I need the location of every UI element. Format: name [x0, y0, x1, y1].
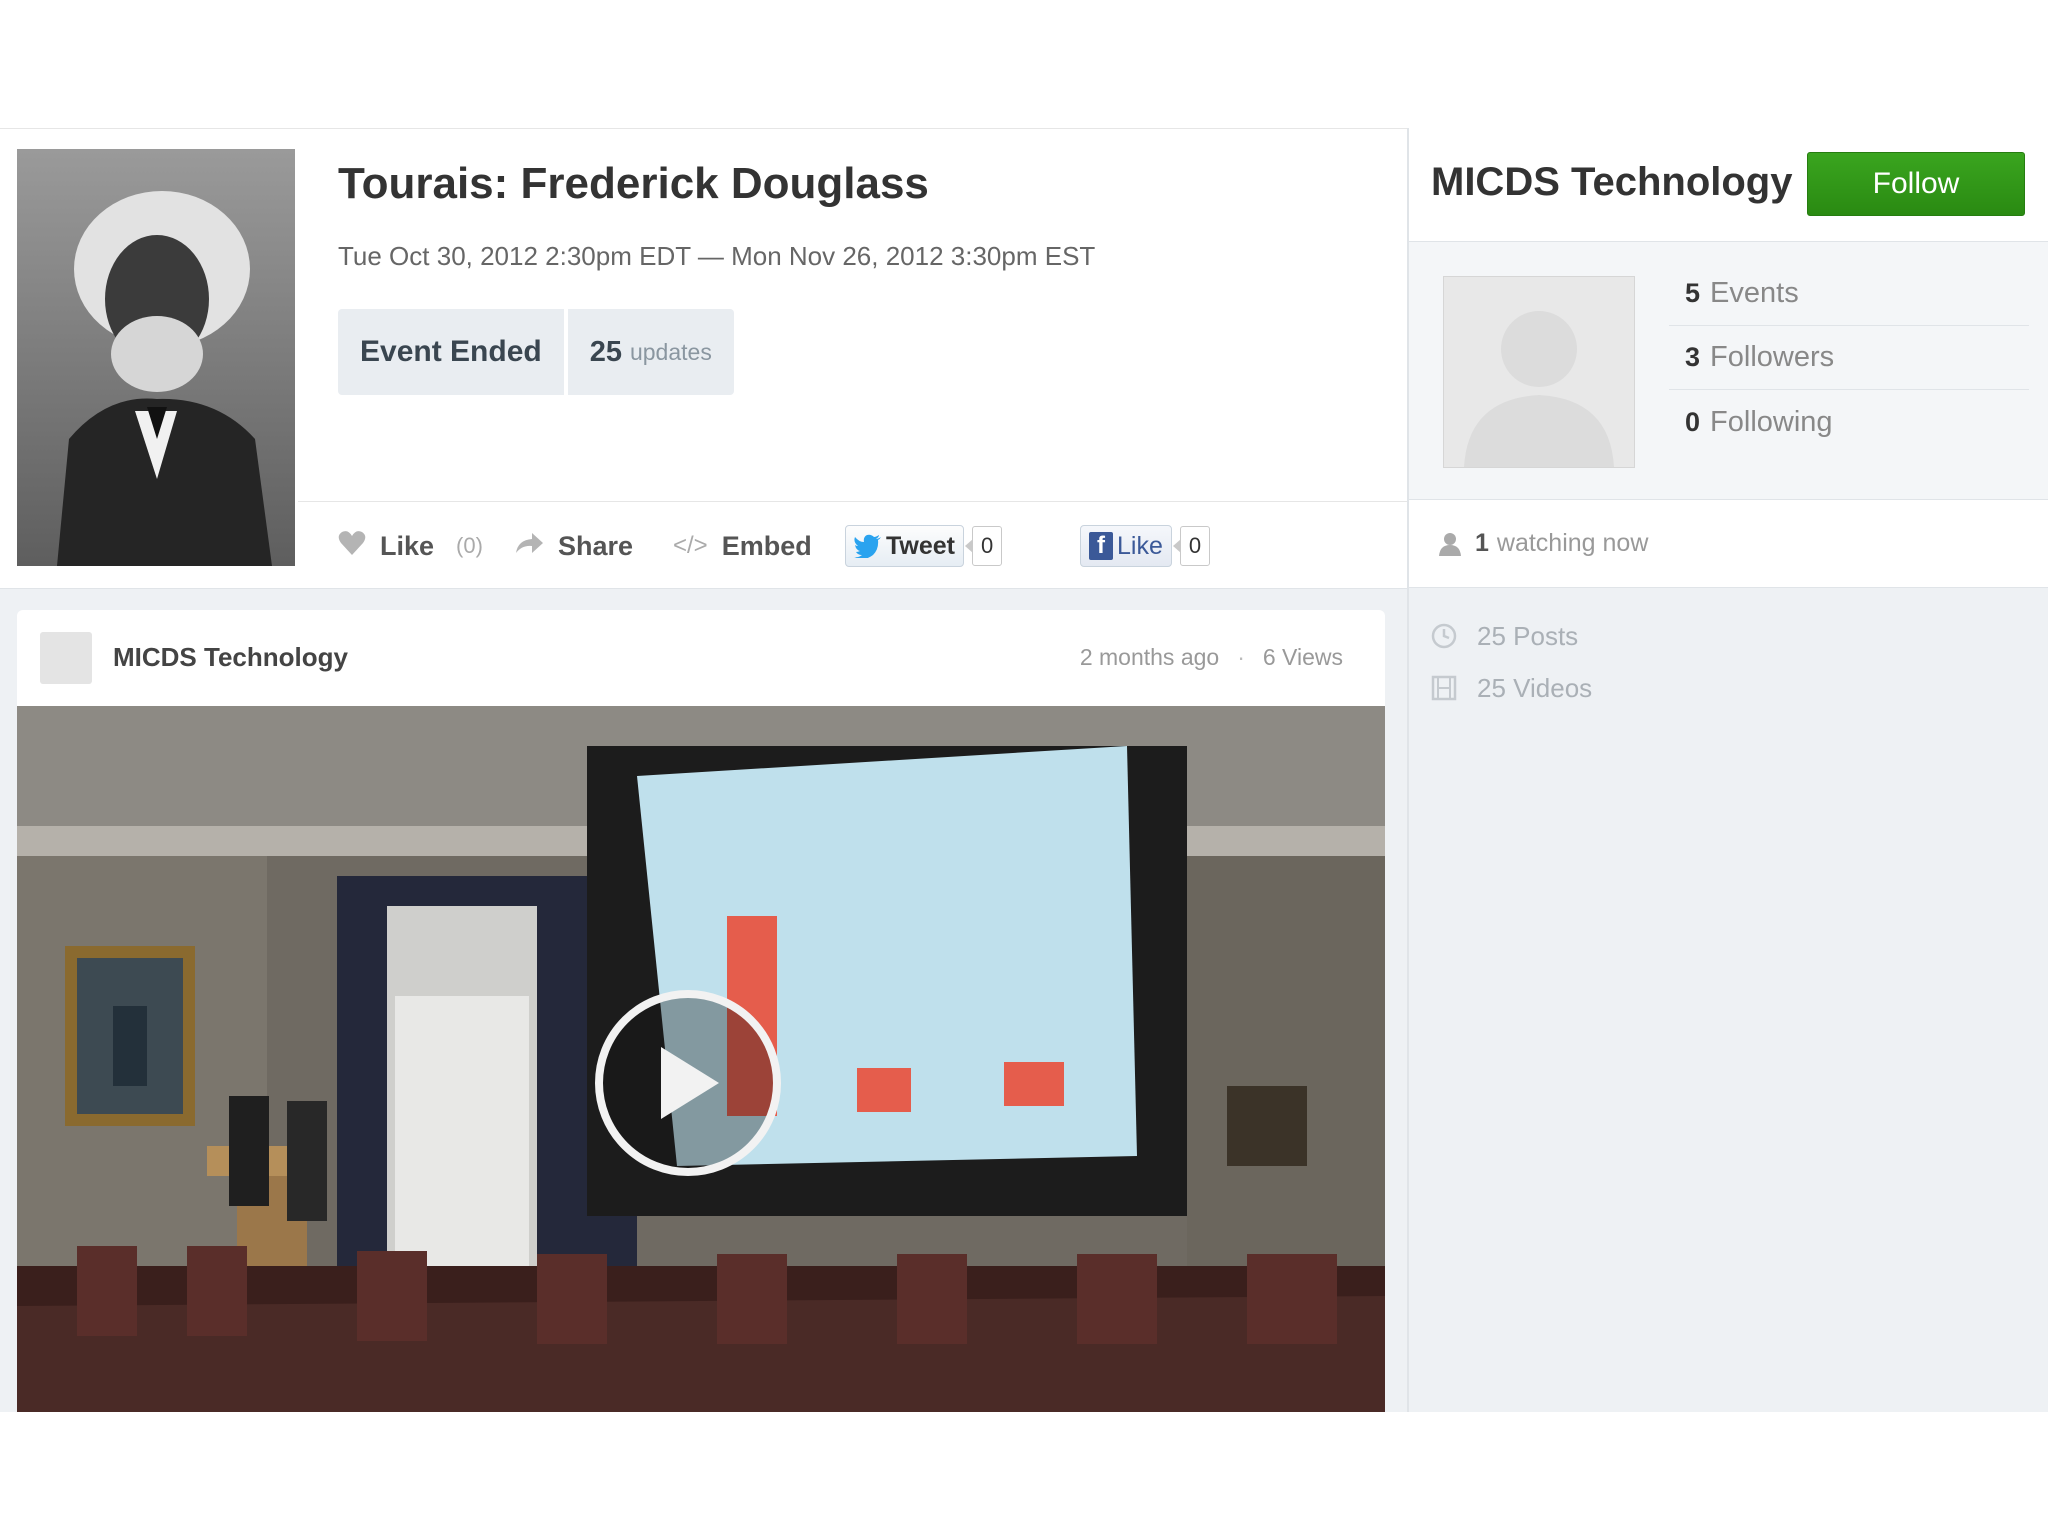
stat-label: Followers: [1710, 341, 1835, 373]
tweet-count: 0: [964, 526, 1003, 566]
like-label: Like: [380, 530, 435, 561]
stat-count: 3: [1685, 342, 1701, 372]
stat-followers[interactable]: 3 Followers: [1669, 326, 2029, 390]
event-status-box: Event Ended 25 updates: [338, 309, 734, 395]
facebook-like-count: 0: [1172, 526, 1211, 566]
channel-header: MICDS Technology Follow: [1409, 128, 2048, 242]
posts-label: 25 Posts: [1477, 620, 1579, 651]
post-views: 6 Views: [1262, 644, 1343, 670]
event-cover-image: [17, 149, 295, 566]
channel-title[interactable]: MICDS Technology: [1431, 160, 1792, 205]
like-button[interactable]: Like (0): [338, 502, 483, 590]
event-header: Tourais: Frederick Douglass Tue Oct 30, …: [0, 128, 1407, 589]
video-player[interactable]: [17, 706, 1385, 1412]
play-icon: [661, 1047, 719, 1119]
share-label: Share: [558, 530, 634, 561]
tweet-label: Tweet: [886, 531, 955, 560]
stat-count: 5: [1685, 278, 1701, 308]
sidebar: MICDS Technology Follow 5 Events 3 Follo…: [1407, 128, 2048, 1412]
heart-icon: [338, 530, 366, 563]
film-icon: [1431, 675, 1457, 701]
channel-profile: 5 Events 3 Followers 0 Following: [1409, 242, 2048, 500]
channel-stats: 5 Events 3 Followers 0 Following: [1669, 262, 2029, 454]
updates-count: 25: [589, 335, 622, 368]
updates-label: updates: [629, 338, 712, 365]
watching-count: 1: [1475, 529, 1489, 557]
post-card: MICDS Technology 2 months ago · 6 Views: [17, 610, 1385, 1412]
embed-label: Embed: [721, 530, 812, 561]
stat-count: 0: [1685, 406, 1701, 437]
arrow-right-icon: [514, 530, 544, 562]
post-meta: 2 months ago · 6 Views: [1080, 644, 1343, 671]
facebook-like-widget: f Like 0: [1080, 502, 1211, 590]
code-icon: </>: [673, 532, 708, 559]
like-count: (0): [456, 533, 483, 558]
embed-button[interactable]: </> Embed: [673, 502, 812, 590]
event-status-badge: Event Ended: [338, 309, 568, 395]
channel-counts: 25 Posts 25 Videos: [1431, 610, 1592, 714]
videos-label: 25 Videos: [1477, 672, 1593, 703]
clock-icon: [1431, 623, 1457, 649]
channel-avatar[interactable]: [1443, 276, 1635, 468]
post-time[interactable]: 2 months ago: [1080, 644, 1219, 670]
share-button[interactable]: Share: [514, 502, 633, 590]
twitter-bird-icon: [854, 534, 881, 558]
watching-label: watching now: [1496, 529, 1649, 557]
event-dates: Tue Oct 30, 2012 2:30pm EDT — Mon Nov 26…: [338, 241, 1096, 271]
watching-now: 1 watching now: [1409, 500, 2048, 588]
default-user-icon: [1464, 311, 1614, 467]
stat-label: Following: [1710, 405, 1833, 438]
action-bar: Like (0) Share </> Embed Tweet 0 f Like …: [298, 501, 1407, 589]
event-title: Tourais: Frederick Douglass: [338, 159, 929, 208]
portrait-illustration: [17, 149, 295, 566]
facebook-like-button[interactable]: f Like: [1080, 525, 1172, 567]
person-icon: [1439, 532, 1461, 556]
play-button[interactable]: [595, 990, 781, 1176]
avatar[interactable]: [40, 632, 92, 684]
stat-label: Events: [1710, 277, 1799, 309]
post-author[interactable]: MICDS Technology: [113, 642, 348, 673]
meta-separator: ·: [1237, 644, 1245, 670]
follow-button[interactable]: Follow: [1807, 152, 2025, 216]
tweet-widget: Tweet 0: [845, 502, 1003, 590]
posts-count[interactable]: 25 Posts: [1431, 610, 1592, 662]
facebook-like-label: Like: [1117, 531, 1163, 560]
facebook-f-icon: f: [1089, 532, 1113, 560]
stat-following[interactable]: 0 Following: [1669, 390, 2029, 454]
stat-events[interactable]: 5 Events: [1669, 262, 2029, 326]
post-header: MICDS Technology 2 months ago · 6 Views: [17, 610, 1385, 706]
videos-count[interactable]: 25 Videos: [1431, 662, 1592, 714]
tweet-button[interactable]: Tweet: [845, 525, 964, 567]
updates-counter[interactable]: 25 updates: [567, 309, 734, 395]
page: Tourais: Frederick Douglass Tue Oct 30, …: [0, 0, 2048, 1536]
